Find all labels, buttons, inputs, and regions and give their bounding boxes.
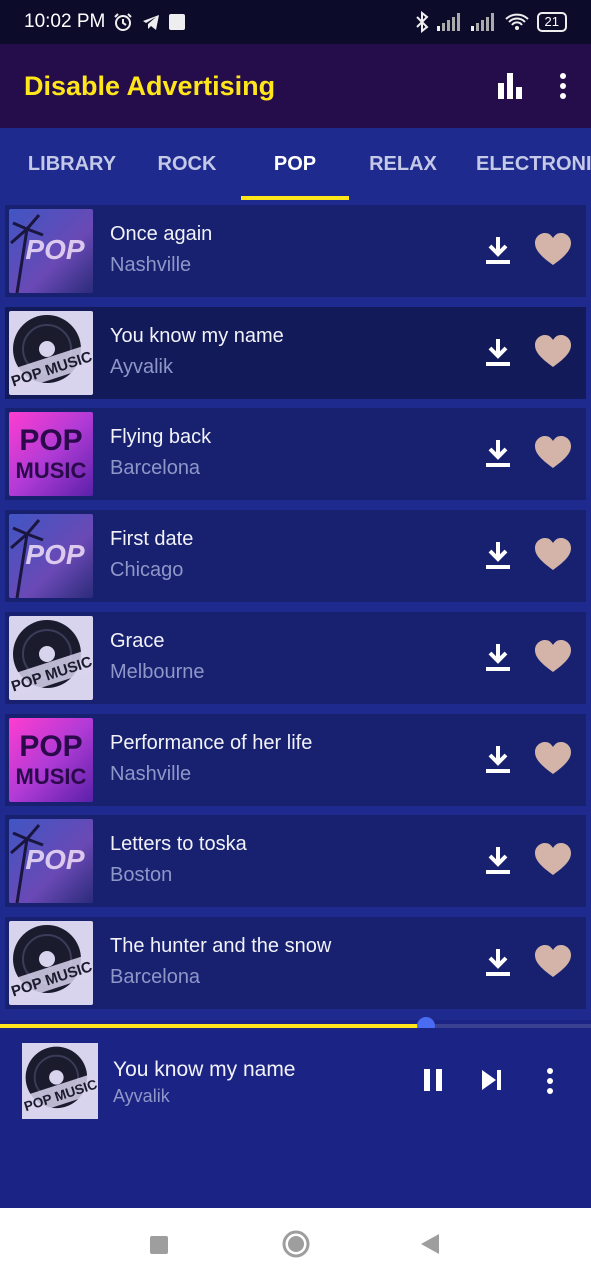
tab-electronic[interactable]: ELECTRONIC — [476, 128, 591, 200]
download-icon[interactable] — [485, 438, 511, 468]
album-art: POP — [9, 514, 93, 599]
song-title: Once again — [110, 223, 213, 245]
song-title: You know my name — [110, 324, 284, 347]
now-playing-artist: Ayvalik — [113, 1086, 170, 1106]
download-icon[interactable] — [485, 845, 511, 875]
song-row[interactable]: POP Letters to toska Boston — [5, 815, 586, 908]
svg-text:MUSIC: MUSIC — [16, 764, 87, 789]
app-bar: Disable Advertising — [0, 44, 591, 128]
equalizer-icon[interactable] — [497, 73, 523, 99]
song-artist: Barcelona — [110, 965, 201, 988]
alarm-icon — [114, 13, 133, 31]
back-triangle-icon[interactable] — [420, 1233, 440, 1255]
download-icon[interactable] — [485, 744, 511, 774]
tab-relax[interactable]: RELAX — [355, 128, 451, 200]
download-icon[interactable] — [485, 947, 511, 977]
bluetooth-icon — [415, 11, 429, 33]
favorite-heart-icon[interactable] — [535, 944, 571, 979]
song-title: Letters to toska — [110, 833, 247, 856]
favorite-heart-icon[interactable] — [535, 538, 571, 572]
album-art: POP MUSIC — [9, 615, 93, 700]
favorite-heart-icon[interactable] — [535, 233, 571, 267]
svg-text:MUSIC: MUSIC — [16, 458, 87, 483]
svg-text:POP: POP — [25, 539, 84, 570]
download-icon[interactable] — [485, 337, 511, 367]
battery-indicator: 21 — [536, 12, 567, 32]
app-title: Disable Advertising — [24, 70, 276, 101]
status-bar: 10:02 PM 21 — [0, 0, 591, 44]
notification-square-icon — [169, 14, 186, 30]
song-row[interactable]: POP MUSIC Flying back Barcelona — [5, 408, 586, 501]
favorite-heart-icon[interactable] — [535, 334, 571, 369]
song-title: Performance of her life — [110, 731, 313, 754]
song-row[interactable]: POP MUSIC The hunter and the snow Barcelon… — [5, 916, 586, 1009]
svg-text:POP: POP — [25, 234, 84, 265]
album-art: POP — [9, 209, 93, 293]
pause-icon[interactable] — [423, 1068, 443, 1092]
song-artist: Nashville — [110, 254, 192, 276]
favorite-heart-icon[interactable] — [535, 436, 571, 470]
tab-library[interactable]: LIBRARY — [0, 128, 144, 200]
recents-square-icon[interactable] — [150, 1236, 168, 1254]
song-artist: Nashville — [110, 762, 192, 785]
favorite-heart-icon[interactable] — [535, 843, 571, 877]
song-title: First date — [110, 528, 194, 551]
song-row[interactable]: POP Once again Nashville — [5, 205, 586, 297]
song-row[interactable]: POP MUSIC Grace Melbourne — [5, 611, 586, 704]
svg-text:POP: POP — [19, 424, 82, 457]
album-art: POP — [9, 819, 93, 904]
song-title: The hunter and the snow — [110, 934, 332, 957]
album-art: POP MUSIC — [9, 717, 93, 802]
song-artist: Barcelona — [110, 457, 201, 480]
tab-pop[interactable]: POP — [241, 128, 349, 200]
favorite-heart-icon[interactable] — [535, 639, 571, 674]
more-vert-icon[interactable] — [546, 1068, 554, 1094]
now-playing-title: You know my name — [113, 1058, 296, 1081]
song-row[interactable]: POP First date Chicago — [5, 510, 586, 603]
song-artist: Boston — [110, 864, 173, 887]
song-row[interactable]: POP MUSIC You know my name Ayvalik — [5, 306, 586, 399]
category-tabs: LIBRARY ROCK POP RELAX ELECTRONIC — [0, 128, 591, 200]
album-art: POP MUSIC — [9, 412, 93, 497]
mini-player[interactable]: POP MUSIC You know my name Ayvalik — [0, 1028, 591, 1208]
system-navigation-bar — [0, 1208, 591, 1280]
album-art: POP MUSIC — [9, 920, 93, 1005]
svg-text:POP: POP — [25, 844, 84, 875]
song-title: Flying back — [110, 426, 212, 449]
svg-text:POP: POP — [19, 730, 82, 763]
wifi-icon — [504, 13, 529, 30]
song-artist: Chicago — [110, 559, 184, 582]
telegram-icon — [143, 15, 160, 30]
download-icon[interactable] — [485, 642, 511, 672]
status-time: 10:02 PM — [24, 11, 106, 32]
tab-rock[interactable]: ROCK — [144, 128, 230, 200]
signal-icon — [470, 13, 494, 31]
home-circle-icon[interactable] — [282, 1230, 310, 1258]
skip-next-icon[interactable] — [481, 1068, 503, 1092]
song-title: Grace — [110, 629, 165, 652]
download-icon[interactable] — [485, 235, 511, 265]
more-vert-icon[interactable] — [559, 73, 567, 99]
favorite-heart-icon[interactable] — [535, 741, 571, 776]
song-artist: Melbourne — [110, 660, 205, 683]
now-playing-album-art: POP MUSIC — [22, 1043, 98, 1119]
album-art: POP MUSIC — [9, 310, 93, 395]
song-row[interactable]: POP MUSIC Performance of her life Nashville — [5, 713, 586, 806]
download-icon[interactable] — [485, 540, 511, 570]
song-artist: Ayvalik — [110, 355, 173, 378]
signal-icon — [436, 13, 460, 31]
